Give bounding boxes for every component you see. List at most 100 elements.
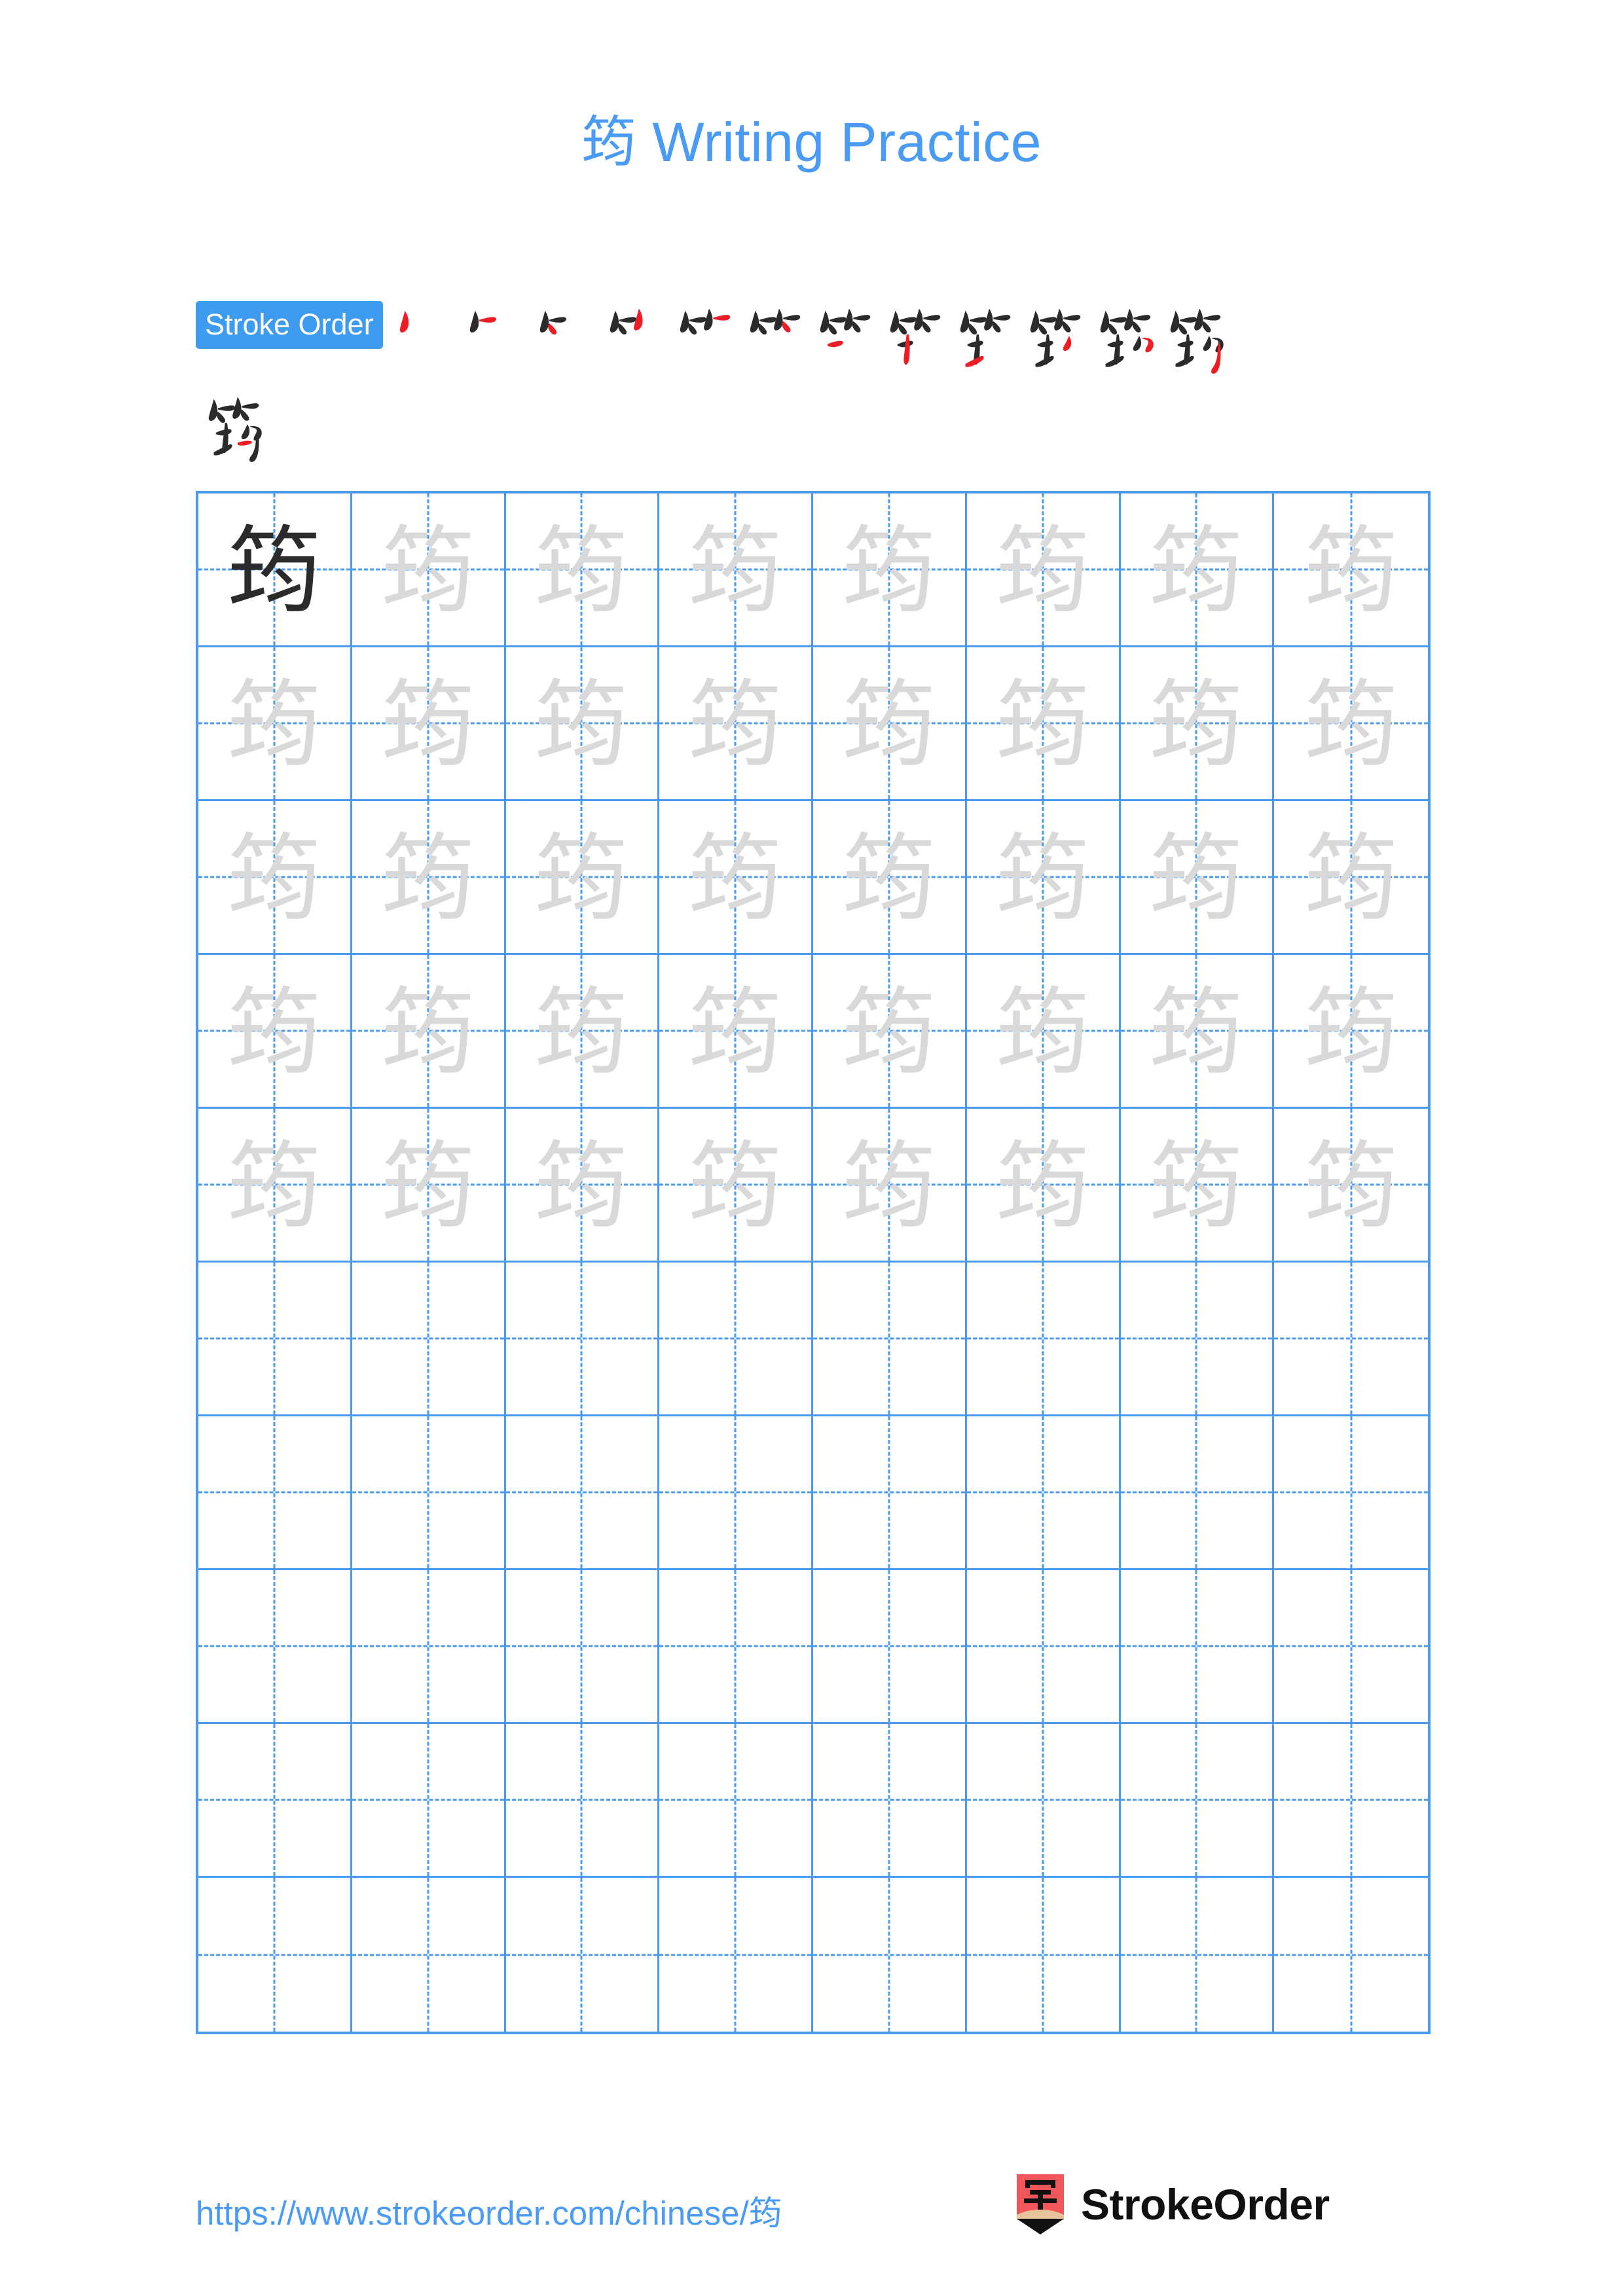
footer-brand[interactable]: StrokeOrder (1015, 2174, 1330, 2234)
practice-cell-model[interactable]: 筠 (198, 493, 352, 647)
practice-cell-empty[interactable] (966, 1724, 1121, 1878)
practice-cell-trace[interactable]: 筠 (1274, 493, 1428, 647)
practice-cell-trace[interactable]: 筠 (1120, 1109, 1275, 1263)
practice-cell-trace[interactable]: 筠 (966, 647, 1121, 801)
practice-cell-trace[interactable]: 筠 (659, 647, 813, 801)
practice-cell-empty[interactable] (198, 1416, 352, 1570)
practice-cell-empty[interactable] (1274, 1263, 1428, 1416)
practice-cell-empty[interactable] (198, 1263, 352, 1416)
practice-cell-empty[interactable] (966, 1416, 1121, 1570)
practice-character-glyph: 筠 (227, 824, 321, 932)
practice-cell-empty[interactable] (352, 1570, 506, 1724)
practice-cell-trace[interactable]: 筠 (1120, 801, 1275, 955)
practice-cell-trace[interactable]: 筠 (1274, 801, 1428, 955)
practice-cell-empty[interactable] (1120, 1263, 1275, 1416)
stroke-step-8-glyph (890, 308, 940, 365)
practice-cell-trace[interactable]: 筠 (1120, 955, 1275, 1109)
practice-cell-empty[interactable] (505, 1724, 660, 1878)
practice-cell-trace[interactable]: 筠 (966, 493, 1121, 647)
practice-cell-trace[interactable]: 筠 (505, 801, 660, 955)
practice-cell-trace[interactable]: 筠 (352, 647, 506, 801)
practice-character-glyph: 筠 (688, 1132, 782, 1240)
practice-cell-trace[interactable]: 筠 (198, 1109, 352, 1263)
practice-cell-empty[interactable] (813, 1416, 967, 1570)
practice-cell-trace[interactable]: 筠 (352, 1109, 506, 1263)
practice-cell-trace[interactable]: 筠 (813, 955, 967, 1109)
practice-cell-empty[interactable] (1274, 1416, 1428, 1570)
practice-cell-empty[interactable] (505, 1263, 660, 1416)
practice-cell-empty[interactable] (352, 1263, 506, 1416)
practice-cell-empty[interactable] (198, 1724, 352, 1878)
practice-cell-trace[interactable]: 筠 (1274, 647, 1428, 801)
brand-name: StrokeOrder (1081, 2180, 1330, 2229)
svg-text:筠: 筠 (688, 978, 782, 1086)
practice-cell-empty[interactable] (506, 1878, 660, 2032)
practice-cell-empty[interactable] (352, 1416, 506, 1570)
practice-cell-trace[interactable]: 筠 (1274, 1109, 1428, 1263)
svg-text:筠: 筠 (688, 670, 782, 778)
practice-cell-trace[interactable]: 筠 (659, 801, 813, 955)
practice-cell-trace[interactable]: 筠 (505, 493, 660, 647)
practice-cell-empty[interactable] (1274, 1878, 1428, 2032)
practice-cell-empty[interactable] (813, 1570, 967, 1724)
practice-cell-empty[interactable] (1121, 1878, 1275, 2032)
practice-cell-trace[interactable]: 筠 (505, 955, 660, 1109)
practice-cell-trace[interactable]: 筠 (813, 647, 967, 801)
practice-cell-empty[interactable] (659, 1878, 813, 2032)
practice-cell-empty[interactable] (659, 1263, 813, 1416)
practice-cell-empty[interactable] (966, 1263, 1121, 1416)
practice-cell-empty[interactable] (659, 1570, 813, 1724)
practice-cell-trace[interactable]: 筠 (198, 955, 352, 1109)
practice-cell-trace[interactable]: 筠 (352, 801, 506, 955)
practice-cell-empty[interactable] (1274, 1570, 1428, 1724)
practice-cell-empty[interactable] (967, 1878, 1121, 2032)
practice-cell-empty[interactable] (1274, 1724, 1428, 1878)
practice-cell-empty[interactable] (1120, 1570, 1275, 1724)
practice-cell-trace[interactable]: 筠 (1274, 955, 1428, 1109)
practice-cell-trace[interactable]: 筠 (198, 801, 352, 955)
practice-cell-empty[interactable] (1120, 1416, 1275, 1570)
practice-cell-trace[interactable]: 筠 (813, 801, 967, 955)
practice-cell-trace[interactable]: 筠 (966, 801, 1121, 955)
practice-cell-trace[interactable]: 筠 (198, 647, 352, 801)
stroke-step-7-glyph (820, 308, 870, 348)
practice-cell-trace[interactable]: 筠 (352, 493, 506, 647)
practice-cell-empty[interactable] (198, 1878, 352, 2032)
practice-cell-trace[interactable]: 筠 (1120, 493, 1275, 647)
practice-cell-empty[interactable] (813, 1263, 967, 1416)
svg-text:筠: 筠 (380, 1132, 475, 1240)
practice-cell-trace[interactable]: 筠 (659, 955, 813, 1109)
stroke-step-10 (1020, 298, 1090, 380)
stroke-step-11-glyph (1100, 308, 1154, 367)
practice-cell-trace[interactable]: 筠 (813, 1109, 967, 1263)
practice-cell-empty[interactable] (813, 1878, 967, 2032)
practice-character-glyph: 筠 (534, 978, 629, 1086)
practice-cell-trace[interactable]: 筠 (659, 1109, 813, 1263)
practice-character-glyph: 筠 (380, 978, 475, 1086)
practice-cell-empty[interactable] (813, 1724, 967, 1878)
stroke-step-5-glyph (680, 308, 730, 335)
practice-cell-empty[interactable] (198, 1570, 352, 1724)
practice-cell-empty[interactable] (659, 1724, 813, 1878)
practice-cell-empty[interactable] (966, 1570, 1121, 1724)
practice-cell-trace[interactable]: 筠 (352, 955, 506, 1109)
practice-cell-empty[interactable] (659, 1416, 813, 1570)
practice-cell-trace[interactable]: 筠 (1120, 647, 1275, 801)
footer-url[interactable]: https://www.strokeorder.com/chinese/筠 (196, 2186, 782, 2234)
practice-cell-trace[interactable]: 筠 (966, 955, 1121, 1109)
practice-cell-empty[interactable] (352, 1878, 506, 2032)
practice-cell-trace[interactable]: 筠 (505, 1109, 660, 1263)
practice-cell-trace[interactable]: 筠 (659, 493, 813, 647)
practice-cell-trace[interactable]: 筠 (966, 1109, 1121, 1263)
practice-character-glyph: 筠 (1149, 516, 1243, 624)
stroke-step-1-glyph (399, 310, 409, 333)
svg-text:筠: 筠 (534, 978, 629, 1086)
practice-cell-empty[interactable] (505, 1570, 660, 1724)
practice-cell-empty[interactable] (352, 1724, 506, 1878)
practice-cell-empty[interactable] (1120, 1724, 1275, 1878)
practice-cell-trace[interactable]: 筠 (505, 647, 660, 801)
practice-cell-empty[interactable] (505, 1416, 660, 1570)
svg-text:筠: 筠 (995, 978, 1089, 1086)
svg-text:筠: 筠 (688, 824, 782, 932)
practice-cell-trace[interactable]: 筠 (813, 493, 967, 647)
